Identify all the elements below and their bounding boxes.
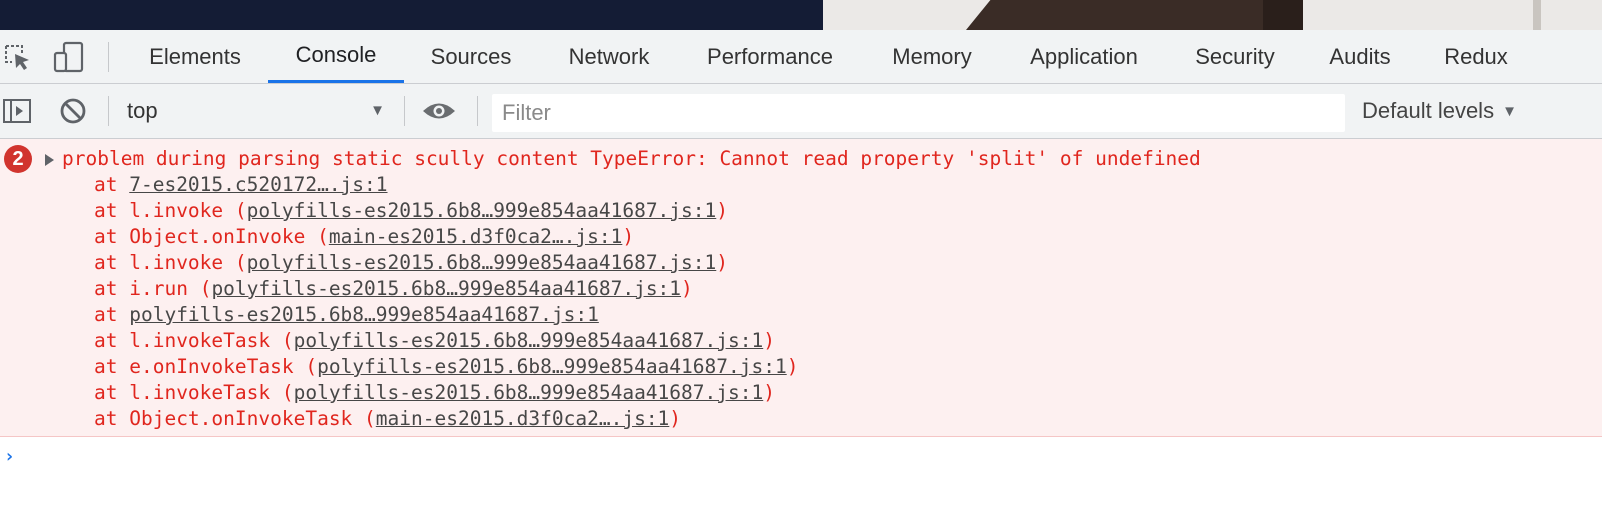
- frame-paren: ): [622, 225, 635, 248]
- frame-paren: (: [317, 225, 329, 248]
- photo-shape: [1263, 0, 1303, 30]
- clear-console-icon[interactable]: [56, 96, 90, 126]
- stack-frame: at i.run (polyfills-es2015.6b8…999e854aa…: [94, 276, 798, 302]
- tab-network[interactable]: Network: [544, 30, 674, 83]
- page-photo: [823, 0, 1602, 30]
- context-value: top: [127, 98, 158, 123]
- tab-audits[interactable]: Audits: [1310, 30, 1410, 83]
- photo-shape: [1533, 0, 1541, 30]
- stack-frame: at l.invokeTask (polyfills-es2015.6b8…99…: [94, 380, 798, 406]
- photo-shape: [966, 0, 1271, 30]
- frame-prefix: at: [94, 251, 130, 274]
- stack-frame: at polyfills-es2015.6b8…999e854aa41687.j…: [94, 302, 798, 328]
- context-selector[interactable]: top ▼: [127, 94, 389, 128]
- frame-prefix: at: [94, 225, 130, 248]
- frame-function: l.invokeTask: [129, 329, 282, 352]
- inspect-element-icon[interactable]: [0, 42, 34, 72]
- frame-function: l.invokeTask: [129, 381, 282, 404]
- tab-console[interactable]: Console: [268, 30, 404, 83]
- frame-paren: (: [305, 355, 318, 378]
- frame-paren: (: [199, 277, 212, 300]
- live-expression-eye-icon[interactable]: [422, 96, 456, 126]
- console-toolbar: top ▼ Default levels ▼: [0, 84, 1602, 139]
- frame-paren: (: [234, 199, 247, 222]
- console-prompt-icon[interactable]: ›: [4, 446, 15, 467]
- error-message-text: problem during parsing static scully con…: [62, 147, 1201, 170]
- stack-frame: at l.invoke (polyfills-es2015.6b8…999e85…: [94, 198, 798, 224]
- frame-function: l.invoke: [129, 251, 235, 274]
- frame-function: i.run: [129, 277, 200, 300]
- dropdown-arrow-icon: ▼: [1502, 102, 1517, 120]
- frame-paren: ): [669, 407, 682, 430]
- stack-frame: at l.invokeTask (polyfills-es2015.6b8…99…: [94, 328, 798, 354]
- frame-prefix: at: [94, 277, 130, 300]
- log-levels-label: Default levels: [1362, 98, 1495, 123]
- toolbar-separator: [108, 42, 109, 72]
- toolbar-separator: [404, 96, 405, 126]
- toolbar-separator: [108, 96, 109, 126]
- frame-function: Object.onInvokeTask: [129, 407, 365, 430]
- frame-prefix: at: [94, 303, 130, 326]
- console-error-message: 2 problem during parsing static scully c…: [0, 139, 1602, 437]
- tab-elements[interactable]: Elements: [126, 30, 264, 83]
- source-link[interactable]: polyfills-es2015.6b8…999e854aa41687.js:1: [247, 251, 717, 274]
- dropdown-arrow-icon: ▼: [370, 102, 385, 119]
- tab-sources[interactable]: Sources: [406, 30, 536, 83]
- source-link[interactable]: polyfills-es2015.6b8…999e854aa41687.js:1: [211, 277, 681, 300]
- frame-prefix: at: [94, 381, 130, 404]
- frame-prefix: at: [94, 173, 130, 196]
- source-link[interactable]: 7-es2015.c520172….js:1: [129, 173, 387, 196]
- frame-paren: ): [681, 277, 693, 300]
- tab-security[interactable]: Security: [1180, 30, 1290, 83]
- tab-redux[interactable]: Redux: [1428, 30, 1524, 83]
- frame-function: l.invoke: [129, 199, 235, 222]
- source-link[interactable]: main-es2015.d3f0ca2….js:1: [329, 225, 623, 248]
- source-link[interactable]: polyfills-es2015.6b8…999e854aa41687.js:1: [294, 329, 764, 352]
- frame-paren: (: [281, 329, 294, 352]
- tab-application[interactable]: Application: [1012, 30, 1156, 83]
- devtools-tab-bar: Elements Console Sources Network Perform…: [0, 30, 1602, 84]
- stack-frame: at l.invoke (polyfills-es2015.6b8…999e85…: [94, 250, 798, 276]
- tab-performance[interactable]: Performance: [688, 30, 852, 83]
- source-link[interactable]: polyfills-es2015.6b8…999e854aa41687.js:1: [247, 199, 717, 222]
- frame-function: e.onInvokeTask: [129, 355, 306, 378]
- frame-paren: ): [716, 251, 729, 274]
- frame-paren: ): [716, 199, 729, 222]
- stack-frame: at Object.onInvokeTask (main-es2015.d3f0…: [94, 406, 798, 432]
- source-link[interactable]: polyfills-es2015.6b8…999e854aa41687.js:1: [294, 381, 764, 404]
- source-link[interactable]: polyfills-es2015.6b8…999e854aa41687.js:1: [317, 355, 787, 378]
- error-count-badge: 2: [4, 145, 32, 173]
- frame-prefix: at: [94, 407, 130, 430]
- frame-paren: ): [786, 355, 799, 378]
- frame-prefix: at: [94, 199, 130, 222]
- stack-trace: at 7-es2015.c520172….js:1 at l.invoke (p…: [94, 172, 798, 432]
- frame-paren: ): [763, 329, 775, 352]
- toolbar-separator: [477, 96, 478, 126]
- page-dark-area: [0, 0, 823, 30]
- stack-frame: at Object.onInvoke (main-es2015.d3f0ca2……: [94, 224, 798, 250]
- frame-paren: (: [364, 407, 376, 430]
- frame-prefix: at: [94, 329, 130, 352]
- source-link[interactable]: main-es2015.d3f0ca2….js:1: [376, 407, 670, 430]
- log-levels-dropdown[interactable]: Default levels ▼: [1362, 94, 1517, 128]
- filter-box: [492, 94, 1345, 132]
- frame-paren: (: [234, 251, 247, 274]
- frame-paren: ): [763, 381, 775, 404]
- stack-frame: at e.onInvokeTask (polyfills-es2015.6b8……: [94, 354, 798, 380]
- frame-function: Object.onInvoke: [129, 225, 318, 248]
- filter-input[interactable]: [500, 99, 1345, 127]
- frame-prefix: at: [94, 355, 130, 378]
- stack-frame: at 7-es2015.c520172….js:1: [94, 172, 798, 198]
- frame-paren: (: [281, 381, 294, 404]
- device-toolbar-icon[interactable]: [52, 41, 86, 73]
- source-link[interactable]: polyfills-es2015.6b8…999e854aa41687.js:1: [129, 303, 599, 326]
- expand-triangle-icon[interactable]: [45, 154, 54, 166]
- page-content-strip: [0, 0, 1602, 30]
- show-sidebar-icon[interactable]: [0, 96, 34, 126]
- tab-memory[interactable]: Memory: [870, 30, 994, 83]
